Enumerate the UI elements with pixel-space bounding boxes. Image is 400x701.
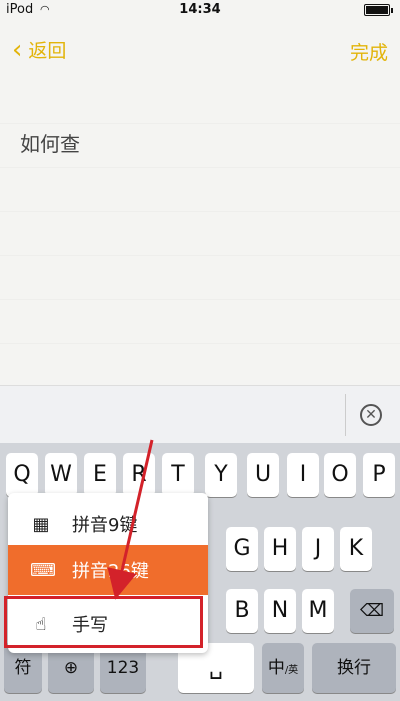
- delete-key[interactable]: ⌫: [350, 589, 394, 633]
- status-bar: iPod ◠ 14:34: [0, 0, 400, 20]
- key-n[interactable]: N: [264, 589, 296, 633]
- menu-item-pinyin26[interactable]: ⌨ 拼音26键: [8, 545, 208, 595]
- key-r[interactable]: R: [123, 453, 155, 497]
- return-key[interactable]: 换行: [312, 643, 396, 693]
- candidate-bar: [0, 385, 400, 443]
- globe-icon: ⊕: [63, 658, 79, 678]
- note-body[interactable]: [0, 80, 400, 380]
- highlight-box: [4, 596, 203, 648]
- key-b[interactable]: B: [226, 589, 258, 633]
- clock: 14:34: [179, 2, 221, 17]
- key-i[interactable]: I: [287, 453, 319, 497]
- key-j[interactable]: J: [302, 527, 334, 571]
- keyboard-icon: ⌨: [30, 559, 56, 581]
- note-text: 如何查: [20, 132, 80, 156]
- language-main: 中: [267, 658, 285, 678]
- key-t[interactable]: T: [162, 453, 194, 497]
- key-e[interactable]: E: [84, 453, 116, 497]
- menu-item-pinyin9[interactable]: ▦ 拼音9键: [8, 499, 208, 549]
- key-w[interactable]: W: [45, 453, 77, 497]
- grid-icon: ▦: [32, 513, 50, 535]
- done-button[interactable]: 完成: [350, 38, 388, 65]
- language-key[interactable]: 中/英: [262, 643, 304, 693]
- key-y[interactable]: Y: [205, 453, 237, 497]
- key-q[interactable]: Q: [6, 453, 38, 497]
- key-h[interactable]: H: [264, 527, 296, 571]
- menu-item-label: 拼音9键: [72, 515, 138, 536]
- divider: [345, 394, 346, 436]
- key-p[interactable]: P: [363, 453, 395, 497]
- nav-bar: ‹ 返回 完成: [0, 20, 400, 80]
- menu-item-label: 拼音26键: [72, 561, 149, 582]
- back-label: 返回: [28, 40, 67, 62]
- key-u[interactable]: U: [247, 453, 279, 497]
- backspace-icon: ⌫: [359, 601, 385, 621]
- chevron-left-icon: ‹: [12, 34, 23, 65]
- back-button[interactable]: ‹ 返回: [12, 36, 66, 63]
- battery-icon: [364, 4, 393, 16]
- space-icon: ␣: [209, 655, 223, 680]
- key-m[interactable]: M: [302, 589, 334, 633]
- key-o[interactable]: O: [324, 453, 356, 497]
- clear-icon[interactable]: ✕: [360, 404, 382, 426]
- key-g[interactable]: G: [226, 527, 258, 571]
- language-sub: /英: [284, 665, 299, 676]
